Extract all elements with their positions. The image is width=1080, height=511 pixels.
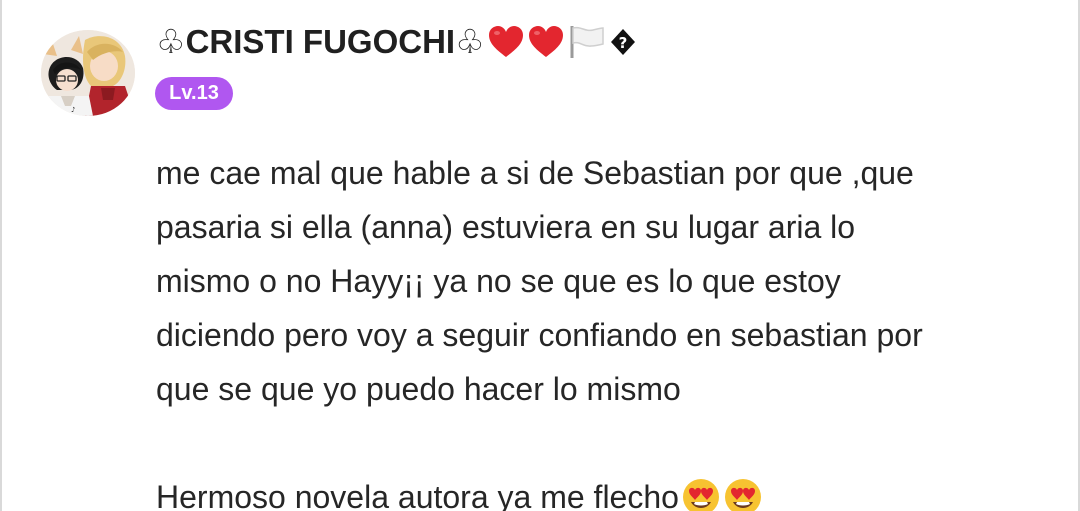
comment-text: me cae mal que hable a si de Sebastian p…: [156, 146, 1056, 511]
avatar-image: ♪: [41, 30, 135, 116]
username[interactable]: ♧CRISTI FUGOCHI♧ ?: [156, 22, 637, 62]
level-badge: Lv.13: [155, 77, 233, 110]
heart-icon: [527, 24, 565, 60]
white-flag-icon: [567, 24, 607, 60]
comment-paragraph: Hermoso novela autora ya me flecho: [156, 479, 679, 511]
username-text: ♧CRISTI FUGOCHI♧: [156, 23, 485, 60]
heart-eyes-emoji-icon: [723, 477, 763, 511]
comment-paragraph: me cae mal que hable a si de Sebastian p…: [156, 155, 923, 407]
unknown-glyph-icon: ?: [609, 27, 637, 57]
comment-card: ♪ ♧CRISTI FUGOCHI♧ ? Lv.13 me cae mal qu…: [0, 0, 1080, 511]
heart-eyes-emoji-icon: [681, 477, 721, 511]
svg-text:♪: ♪: [71, 106, 75, 114]
comment-last-line: Hermoso novela autora ya me flecho: [156, 470, 1056, 511]
user-avatar[interactable]: ♪: [41, 30, 135, 116]
heart-icon: [487, 24, 525, 60]
svg-text:?: ?: [618, 34, 627, 52]
